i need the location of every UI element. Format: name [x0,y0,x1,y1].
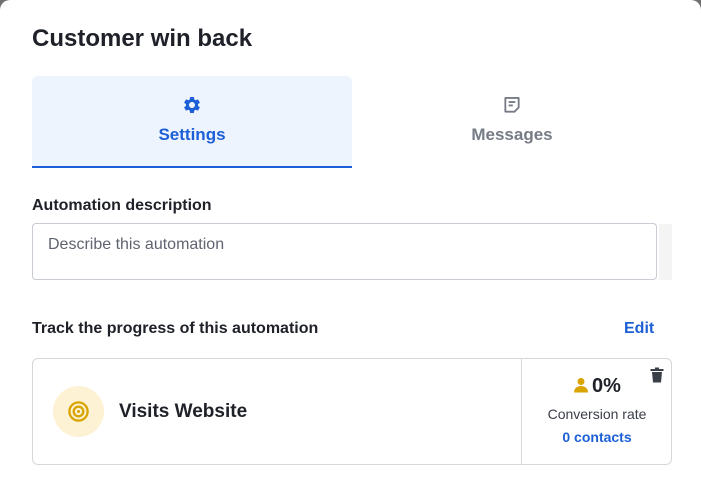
gear-icon [184,97,200,113]
conversion-rate-value: 0% [592,375,621,397]
tab-messages-label: Messages [471,125,553,144]
person-icon [574,377,589,392]
page-title: Customer win back [32,25,253,52]
goal-card[interactable]: Visits Website 0% Conversion rate 0 cont… [32,358,672,465]
edit-link[interactable]: Edit [624,320,654,338]
conversion-stat: 0% [522,375,672,398]
scrollbar-track[interactable] [659,224,672,280]
tab-bar: Settings Messages [32,76,672,168]
message-icon [504,97,520,113]
description-input[interactable] [32,223,657,280]
conversion-rate-label: Conversion rate [547,406,647,422]
automation-settings-panel: Customer win back Settings Messages Auto… [0,0,701,480]
tab-settings[interactable]: Settings [32,76,352,168]
goal-icon-badge [53,386,104,437]
goal-name: Visits Website [119,401,248,422]
tab-messages[interactable]: Messages [352,76,672,168]
tab-settings-label: Settings [158,125,226,144]
description-label: Automation description [32,197,212,214]
tracking-label: Track the progress of this automation [32,320,319,337]
contacts-link[interactable]: 0 contacts [522,429,672,445]
target-icon [68,401,89,422]
